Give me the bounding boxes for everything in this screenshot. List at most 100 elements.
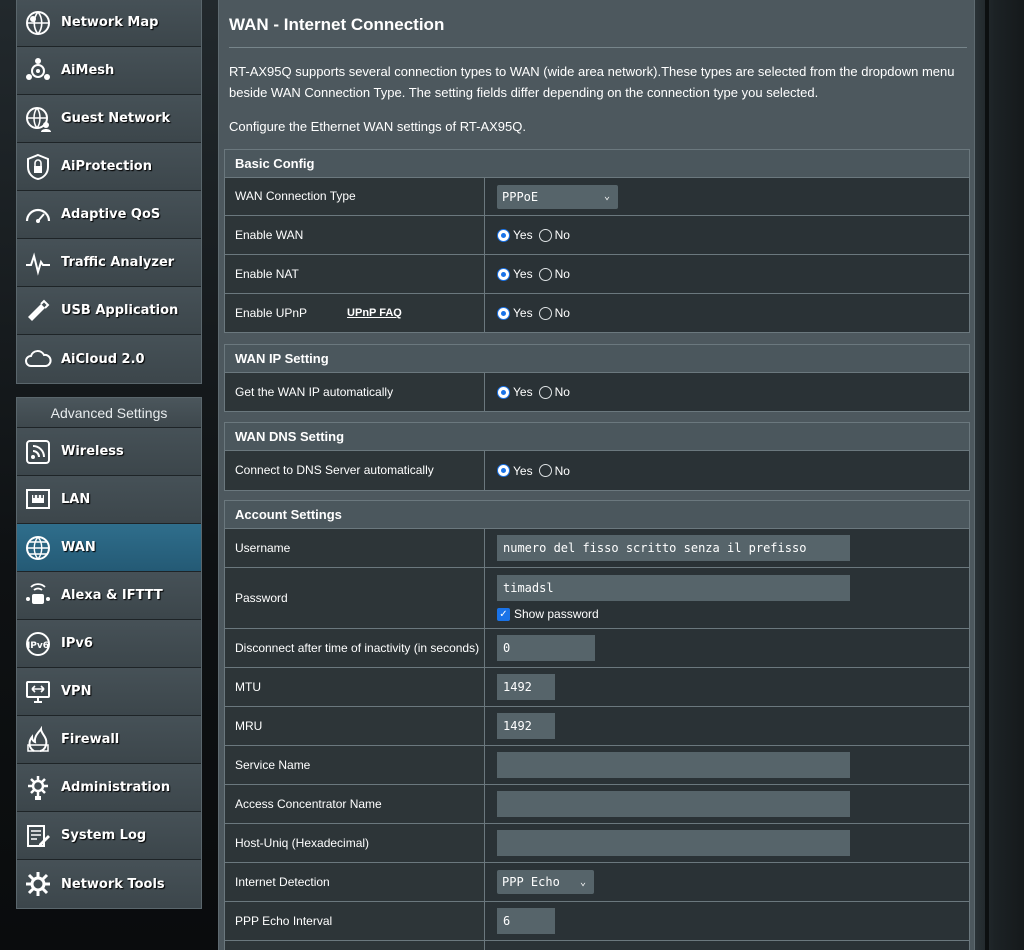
sidebar-item-label: Adaptive QoS — [61, 207, 161, 222]
row-label: Disconnect after time of inactivity (in … — [225, 629, 485, 667]
wan-dns-section: WAN DNS Setting Connect to DNS Server au… — [224, 422, 970, 491]
traffic-analyzer-icon — [23, 248, 53, 278]
show-password-checkbox[interactable]: ✓ — [497, 607, 510, 621]
sidebar-item-ipv6[interactable]: IPv6 IPv6 — [17, 620, 201, 668]
section-header: WAN DNS Setting — [225, 423, 969, 451]
svg-text:IPv6: IPv6 — [27, 641, 49, 651]
sidebar-item-wan[interactable]: WAN — [17, 524, 201, 572]
ac-name-input[interactable] — [497, 791, 850, 817]
alexa-icon — [23, 581, 53, 611]
internet-detection-select[interactable]: PPP Echo ⌄ — [497, 870, 594, 894]
general-menu: Network Map AiMesh Guest Network AiProte… — [16, 0, 202, 384]
usb-application-icon — [23, 296, 53, 326]
sidebar-item-guest-network[interactable]: Guest Network — [17, 95, 201, 143]
sidebar-item-wireless[interactable]: Wireless — [17, 428, 201, 476]
radio-label: Yes — [513, 463, 533, 478]
mtu-input[interactable]: 1492 — [497, 674, 555, 700]
page-description: RT-AX95Q supports several connection typ… — [229, 64, 955, 100]
enable-wan-yes-radio[interactable] — [497, 228, 510, 242]
dns-auto-yes-radio[interactable] — [497, 464, 510, 477]
sidebar-item-usb-application[interactable]: USB Application — [17, 287, 201, 335]
right-scroll-strip — [975, 0, 1024, 950]
next-row-partial — [225, 941, 969, 950]
row-label: Enable NAT — [225, 255, 485, 293]
sidebar-item-traffic-analyzer[interactable]: Traffic Analyzer — [17, 239, 201, 287]
enable-nat-no-radio[interactable] — [538, 267, 552, 281]
service-name-input[interactable] — [497, 752, 850, 778]
radio-label: No — [554, 463, 570, 478]
sidebar-item-system-log[interactable]: System Log — [17, 812, 201, 860]
wan-ip-auto-no-radio[interactable] — [538, 385, 552, 399]
radio-label: No — [554, 306, 570, 320]
row-label: Enable WAN — [225, 216, 485, 254]
row-label: Internet Detection — [225, 863, 485, 901]
section-header: Basic Config — [225, 150, 969, 178]
sidebar-item-label: AiProtection — [61, 159, 152, 174]
sidebar-item-network-map[interactable]: Network Map — [17, 0, 201, 47]
sidebar-item-aimesh[interactable]: AiMesh — [17, 47, 201, 95]
sidebar-item-aicloud[interactable]: AiCloud 2.0 — [17, 335, 201, 383]
sidebar-item-aiprotection[interactable]: AiProtection — [17, 143, 201, 191]
mru-row: MRU 1492 — [225, 707, 969, 746]
row-label: MRU — [225, 707, 485, 745]
row-label: Access Concentrator Name — [225, 785, 485, 823]
wan-connection-type-select[interactable]: PPPoE ⌄ — [497, 184, 618, 209]
sidebar-item-vpn[interactable]: VPN — [17, 668, 201, 716]
sidebar-item-administration[interactable]: Administration — [17, 764, 201, 812]
sidebar-item-label: Alexa & IFTTT — [61, 588, 163, 603]
enable-wan-no-radio[interactable] — [538, 228, 552, 242]
row-label: Service Name — [225, 746, 485, 784]
sidebar-item-firewall[interactable]: Firewall — [17, 716, 201, 764]
row-label: MTU — [225, 668, 485, 706]
aimesh-icon — [23, 56, 53, 86]
sidebar-item-label: USB Application — [61, 303, 179, 318]
advanced-settings-header: Advanced Settings — [17, 398, 201, 428]
sidebar-item-alexa-ifttt[interactable]: Alexa & IFTTT — [17, 572, 201, 620]
sidebar-item-label: LAN — [61, 492, 91, 507]
enable-upnp-no-radio[interactable] — [538, 306, 552, 320]
wan-ip-auto-yes-radio[interactable] — [497, 385, 510, 399]
enable-upnp-yes-radio[interactable] — [497, 306, 510, 320]
page-title: WAN - Internet Connection — [229, 15, 445, 34]
sidebar-item-network-tools[interactable]: Network Tools — [17, 860, 201, 908]
page-description-secondary: Configure the Ethernet WAN settings of R… — [229, 119, 526, 134]
internet-detection-row: Internet Detection PPP Echo ⌄ — [225, 863, 969, 902]
row-label: Password — [225, 568, 485, 628]
row-label: Username — [225, 529, 485, 567]
username-input[interactable]: numero del fisso scritto senza il prefis… — [497, 535, 850, 561]
disconnect-input[interactable]: 0 — [497, 635, 595, 661]
enable-nat-row: Enable NAT Yes No — [225, 255, 969, 294]
upnp-faq-link[interactable]: UPnP FAQ — [347, 306, 402, 321]
ppp-echo-interval-input[interactable]: 6 — [497, 908, 555, 934]
sidebar-item-adaptive-qos[interactable]: Adaptive QoS — [17, 191, 201, 239]
row-label: PPP Echo Interval — [225, 902, 485, 940]
row-label: Enable UPnP UPnP FAQ — [225, 294, 485, 332]
enable-nat-yes-radio[interactable] — [497, 267, 510, 281]
wireless-icon — [23, 437, 53, 467]
mru-input[interactable]: 1492 — [497, 713, 555, 739]
password-input[interactable]: timadsl — [497, 575, 850, 601]
show-password-label: Show password — [514, 607, 599, 621]
sidebar-item-label: Traffic Analyzer — [61, 255, 175, 270]
chevron-down-icon: ⌄ — [579, 876, 586, 888]
sidebar-item-label: AiCloud 2.0 — [61, 351, 145, 367]
network-tools-icon — [23, 869, 53, 899]
password-row: Password timadsl ✓ Show password — [225, 568, 969, 629]
aicloud-icon — [23, 344, 53, 374]
dns-auto-no-radio[interactable] — [538, 464, 552, 477]
wan-icon — [23, 533, 53, 563]
vpn-icon — [23, 677, 53, 707]
wan-connection-type-row: WAN Connection Type PPPoE ⌄ — [225, 178, 969, 216]
enable-upnp-row: Enable UPnP UPnP FAQ Yes No — [225, 294, 969, 332]
upnp-label: Enable UPnP — [235, 305, 308, 320]
select-value: PPP Echo — [502, 875, 560, 889]
wan-ip-section: WAN IP Setting Get the WAN IP automatica… — [224, 344, 970, 412]
wan-ip-auto-row: Get the WAN IP automatically Yes No — [225, 373, 969, 411]
sidebar-item-lan[interactable]: LAN — [17, 476, 201, 524]
radio-label: Yes — [513, 385, 533, 399]
host-uniq-input[interactable] — [497, 830, 850, 856]
enable-wan-row: Enable WAN Yes No — [225, 216, 969, 255]
basic-config-section: Basic Config WAN Connection Type PPPoE ⌄… — [224, 149, 970, 333]
account-settings-section: Account Settings Username numero del fis… — [224, 500, 970, 950]
sidebar-item-label: System Log — [61, 828, 147, 843]
